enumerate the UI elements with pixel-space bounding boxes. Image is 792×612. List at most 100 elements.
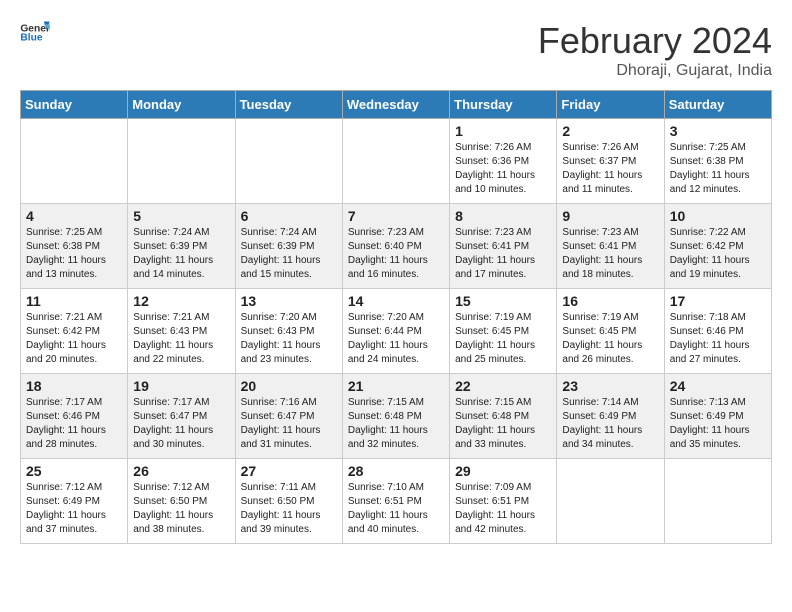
calendar-header: SundayMondayTuesdayWednesdayThursdayFrid… xyxy=(21,91,772,119)
svg-text:Blue: Blue xyxy=(20,33,43,42)
calendar-cell xyxy=(21,119,128,204)
calendar-cell: 8 Sunrise: 7:23 AM Sunset: 6:41 PM Daylig… xyxy=(450,204,557,289)
day-info: Sunrise: 7:12 AM Sunset: 6:50 PM Dayligh… xyxy=(133,481,229,537)
day-info: Sunrise: 7:23 AM Sunset: 6:40 PM Dayligh… xyxy=(348,226,444,282)
calendar-cell: 12 Sunrise: 7:21 AM Sunset: 6:43 PM Dayli… xyxy=(128,289,235,374)
calendar-cell xyxy=(342,119,449,204)
weekday-header: Monday xyxy=(128,91,235,119)
calendar-cell: 2 Sunrise: 7:26 AM Sunset: 6:37 PM Daylig… xyxy=(557,119,664,204)
calendar-cell: 4 Sunrise: 7:25 AM Sunset: 6:38 PM Daylig… xyxy=(21,204,128,289)
day-number: 6 xyxy=(241,208,337,224)
day-number: 26 xyxy=(133,463,229,479)
day-info: Sunrise: 7:20 AM Sunset: 6:44 PM Dayligh… xyxy=(348,311,444,367)
day-number: 13 xyxy=(241,293,337,309)
day-info: Sunrise: 7:24 AM Sunset: 6:39 PM Dayligh… xyxy=(133,226,229,282)
weekday-header: Sunday xyxy=(21,91,128,119)
logo-icon: General Blue xyxy=(20,20,50,42)
day-info: Sunrise: 7:23 AM Sunset: 6:41 PM Dayligh… xyxy=(562,226,658,282)
calendar-cell: 10 Sunrise: 7:22 AM Sunset: 6:42 PM Dayli… xyxy=(664,204,771,289)
day-number: 21 xyxy=(348,378,444,394)
calendar-cell: 25 Sunrise: 7:12 AM Sunset: 6:49 PM Dayli… xyxy=(21,459,128,544)
calendar-cell: 14 Sunrise: 7:20 AM Sunset: 6:44 PM Dayli… xyxy=(342,289,449,374)
calendar-cell: 18 Sunrise: 7:17 AM Sunset: 6:46 PM Dayli… xyxy=(21,374,128,459)
day-info: Sunrise: 7:22 AM Sunset: 6:42 PM Dayligh… xyxy=(670,226,766,282)
calendar-week-row: 25 Sunrise: 7:12 AM Sunset: 6:49 PM Dayli… xyxy=(21,459,772,544)
day-number: 14 xyxy=(348,293,444,309)
day-number: 4 xyxy=(26,208,122,224)
calendar-cell: 1Sunrise: 7:26 AM Sunset: 6:36 PM Daylig… xyxy=(450,119,557,204)
logo: General Blue xyxy=(20,20,50,42)
calendar-table: SundayMondayTuesdayWednesdayThursdayFrid… xyxy=(20,90,772,544)
day-info: Sunrise: 7:26 AM Sunset: 6:37 PM Dayligh… xyxy=(562,141,658,197)
day-info: Sunrise: 7:24 AM Sunset: 6:39 PM Dayligh… xyxy=(241,226,337,282)
day-info: Sunrise: 7:09 AM Sunset: 6:51 PM Dayligh… xyxy=(455,481,551,537)
calendar-week-row: 11 Sunrise: 7:21 AM Sunset: 6:42 PM Dayli… xyxy=(21,289,772,374)
day-info: Sunrise: 7:21 AM Sunset: 6:43 PM Dayligh… xyxy=(133,311,229,367)
day-number: 5 xyxy=(133,208,229,224)
day-number: 22 xyxy=(455,378,551,394)
calendar-week-row: 1Sunrise: 7:26 AM Sunset: 6:36 PM Daylig… xyxy=(21,119,772,204)
day-number: 20 xyxy=(241,378,337,394)
day-number: 25 xyxy=(26,463,122,479)
calendar-cell: 22 Sunrise: 7:15 AM Sunset: 6:48 PM Dayli… xyxy=(450,374,557,459)
calendar-cell: 26 Sunrise: 7:12 AM Sunset: 6:50 PM Dayli… xyxy=(128,459,235,544)
day-info: Sunrise: 7:14 AM Sunset: 6:49 PM Dayligh… xyxy=(562,396,658,452)
calendar-cell: 3 Sunrise: 7:25 AM Sunset: 6:38 PM Daylig… xyxy=(664,119,771,204)
day-info: Sunrise: 7:19 AM Sunset: 6:45 PM Dayligh… xyxy=(562,311,658,367)
day-info: Sunrise: 7:18 AM Sunset: 6:46 PM Dayligh… xyxy=(670,311,766,367)
title-area: February 2024 Dhoraji, Gujarat, India xyxy=(538,20,772,80)
calendar-cell: 7Sunrise: 7:23 AM Sunset: 6:40 PM Daylig… xyxy=(342,204,449,289)
calendar-cell: 29 Sunrise: 7:09 AM Sunset: 6:51 PM Dayli… xyxy=(450,459,557,544)
weekday-header: Friday xyxy=(557,91,664,119)
weekday-header: Tuesday xyxy=(235,91,342,119)
day-info: Sunrise: 7:25 AM Sunset: 6:38 PM Dayligh… xyxy=(26,226,122,282)
calendar-cell: 9Sunrise: 7:23 AM Sunset: 6:41 PM Daylig… xyxy=(557,204,664,289)
calendar-cell xyxy=(235,119,342,204)
day-info: Sunrise: 7:21 AM Sunset: 6:42 PM Dayligh… xyxy=(26,311,122,367)
day-number: 17 xyxy=(670,293,766,309)
day-number: 10 xyxy=(670,208,766,224)
day-info: Sunrise: 7:17 AM Sunset: 6:46 PM Dayligh… xyxy=(26,396,122,452)
day-info: Sunrise: 7:23 AM Sunset: 6:41 PM Dayligh… xyxy=(455,226,551,282)
calendar-cell: 21 Sunrise: 7:15 AM Sunset: 6:48 PM Dayli… xyxy=(342,374,449,459)
day-info: Sunrise: 7:12 AM Sunset: 6:49 PM Dayligh… xyxy=(26,481,122,537)
calendar-cell: 13Sunrise: 7:20 AM Sunset: 6:43 PM Dayli… xyxy=(235,289,342,374)
day-info: Sunrise: 7:13 AM Sunset: 6:49 PM Dayligh… xyxy=(670,396,766,452)
page-subtitle: Dhoraji, Gujarat, India xyxy=(538,62,772,80)
day-number: 12 xyxy=(133,293,229,309)
calendar-cell: 20 Sunrise: 7:16 AM Sunset: 6:47 PM Dayli… xyxy=(235,374,342,459)
day-number: 24 xyxy=(670,378,766,394)
weekday-header: Saturday xyxy=(664,91,771,119)
day-number: 29 xyxy=(455,463,551,479)
calendar-cell: 16 Sunrise: 7:19 AM Sunset: 6:45 PM Dayli… xyxy=(557,289,664,374)
calendar-cell: 11 Sunrise: 7:21 AM Sunset: 6:42 PM Dayli… xyxy=(21,289,128,374)
day-number: 8 xyxy=(455,208,551,224)
calendar-week-row: 18 Sunrise: 7:17 AM Sunset: 6:46 PM Dayli… xyxy=(21,374,772,459)
calendar-cell xyxy=(664,459,771,544)
calendar-cell xyxy=(128,119,235,204)
calendar-cell: 23Sunrise: 7:14 AM Sunset: 6:49 PM Dayli… xyxy=(557,374,664,459)
weekday-header: Thursday xyxy=(450,91,557,119)
calendar-cell: 19 Sunrise: 7:17 AM Sunset: 6:47 PM Dayli… xyxy=(128,374,235,459)
day-number: 1 xyxy=(455,123,551,139)
calendar-cell: 28Sunrise: 7:10 AM Sunset: 6:51 PM Dayli… xyxy=(342,459,449,544)
day-number: 3 xyxy=(670,123,766,139)
calendar-body: 1Sunrise: 7:26 AM Sunset: 6:36 PM Daylig… xyxy=(21,119,772,544)
calendar-cell: 24 Sunrise: 7:13 AM Sunset: 6:49 PM Dayli… xyxy=(664,374,771,459)
day-number: 2 xyxy=(562,123,658,139)
day-info: Sunrise: 7:25 AM Sunset: 6:38 PM Dayligh… xyxy=(670,141,766,197)
header: General Blue February 2024 Dhoraji, Guja… xyxy=(20,20,772,80)
day-number: 18 xyxy=(26,378,122,394)
day-info: Sunrise: 7:16 AM Sunset: 6:47 PM Dayligh… xyxy=(241,396,337,452)
day-info: Sunrise: 7:10 AM Sunset: 6:51 PM Dayligh… xyxy=(348,481,444,537)
day-info: Sunrise: 7:15 AM Sunset: 6:48 PM Dayligh… xyxy=(348,396,444,452)
day-number: 11 xyxy=(26,293,122,309)
calendar-cell: 27Sunrise: 7:11 AM Sunset: 6:50 PM Dayli… xyxy=(235,459,342,544)
day-number: 15 xyxy=(455,293,551,309)
day-number: 27 xyxy=(241,463,337,479)
day-number: 16 xyxy=(562,293,658,309)
weekday-header: Wednesday xyxy=(342,91,449,119)
day-info: Sunrise: 7:15 AM Sunset: 6:48 PM Dayligh… xyxy=(455,396,551,452)
day-info: Sunrise: 7:17 AM Sunset: 6:47 PM Dayligh… xyxy=(133,396,229,452)
day-number: 19 xyxy=(133,378,229,394)
